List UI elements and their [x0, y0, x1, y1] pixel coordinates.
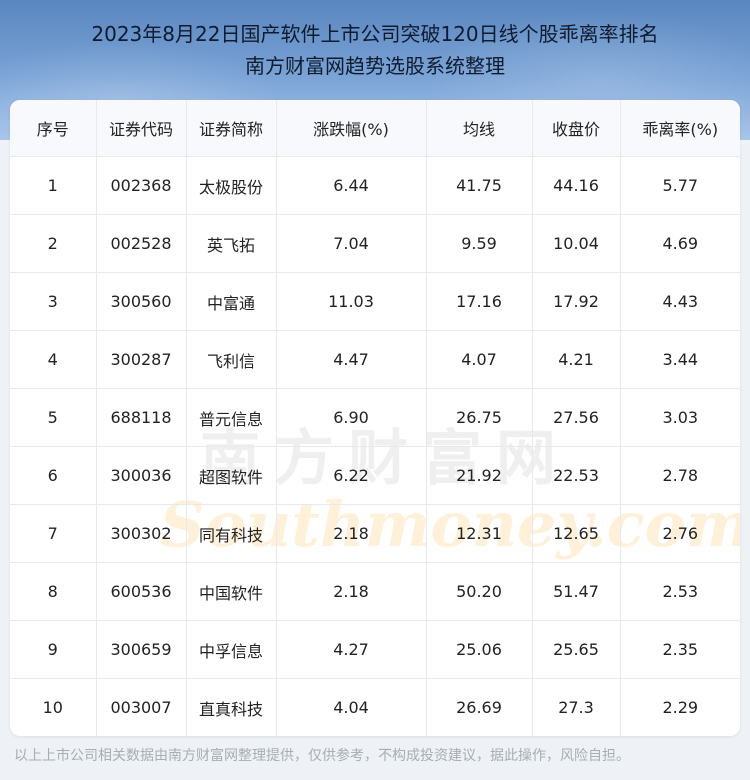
cell-ma: 26.69 [426, 678, 533, 736]
cell-name: 普元信息 [186, 388, 277, 447]
page-title: 2023年8月22日国产软件上市公司突破120日线个股乖离率排名 [91, 22, 659, 46]
cell-code: 300302 [96, 504, 187, 563]
stock-table: 序号 证券代码 证券简称 涨跌幅(%) 均线 收盘价 乖离率(%) 1 00236… [10, 100, 740, 736]
cell-change: 2.18 [276, 562, 427, 621]
cell-code: 600536 [96, 562, 187, 621]
cell-bias: 5.77 [620, 156, 740, 215]
cell-index: 3 [10, 272, 97, 331]
cell-code: 002368 [96, 156, 187, 215]
column-header-code: 证券代码 [96, 100, 187, 157]
table-row: 1 002368 太极股份 6.44 41.75 44.16 5.77 [10, 156, 740, 215]
cell-close: 17.92 [532, 272, 621, 331]
cell-change: 4.04 [276, 678, 427, 736]
cell-change: 6.22 [276, 446, 427, 505]
table-row: 4 300287 飞利信 4.47 4.07 4.21 3.44 [10, 330, 740, 389]
cell-code: 003007 [96, 678, 187, 736]
cell-ma: 12.31 [426, 504, 533, 563]
table-row: 3 300560 中富通 11.03 17.16 17.92 4.43 [10, 272, 740, 331]
cell-code: 688118 [96, 388, 187, 447]
table-row: 5 688118 普元信息 6.90 26.75 27.56 3.03 [10, 388, 740, 447]
column-header-close: 收盘价 [532, 100, 621, 157]
cell-bias: 2.53 [620, 562, 740, 621]
cell-bias: 2.78 [620, 446, 740, 505]
cell-name: 太极股份 [186, 156, 277, 215]
cell-index: 10 [10, 678, 97, 736]
cell-change: 4.47 [276, 330, 427, 389]
cell-index: 2 [10, 214, 97, 273]
column-header-change: 涨跌幅(%) [276, 100, 427, 157]
table-row: 2 002528 英飞拓 7.04 9.59 10.04 4.69 [10, 214, 740, 273]
cell-close: 27.3 [532, 678, 621, 736]
cell-ma: 17.16 [426, 272, 533, 331]
cell-name: 飞利信 [186, 330, 277, 389]
cell-index: 8 [10, 562, 97, 621]
column-header-name: 证券简称 [186, 100, 277, 157]
cell-close: 4.21 [532, 330, 621, 389]
cell-name: 超图软件 [186, 446, 277, 505]
cell-ma: 21.92 [426, 446, 533, 505]
cell-bias: 3.03 [620, 388, 740, 447]
cell-index: 5 [10, 388, 97, 447]
cell-close: 10.04 [532, 214, 621, 273]
table-header-row: 序号 证券代码 证券简称 涨跌幅(%) 均线 收盘价 乖离率(%) [10, 100, 740, 157]
cell-code: 300560 [96, 272, 187, 331]
cell-change: 6.44 [276, 156, 427, 215]
cell-close: 44.16 [532, 156, 621, 215]
cell-index: 4 [10, 330, 97, 389]
cell-code: 300036 [96, 446, 187, 505]
cell-bias: 4.69 [620, 214, 740, 273]
cell-change: 11.03 [276, 272, 427, 331]
cell-close: 27.56 [532, 388, 621, 447]
cell-close: 51.47 [532, 562, 621, 621]
cell-name: 英飞拓 [186, 214, 277, 273]
cell-code: 300659 [96, 620, 187, 679]
table-row: 9 300659 中孚信息 4.27 25.06 25.65 2.35 [10, 620, 740, 679]
cell-index: 7 [10, 504, 97, 563]
disclaimer-text: 以上上市公司相关数据由南方财富网整理提供，仅供参考，不构成投资建议，据此操作，风… [14, 748, 630, 764]
cell-bias: 2.29 [662, 698, 699, 717]
cell-name: 直真科技 [186, 678, 277, 736]
cell-code: 300287 [96, 330, 187, 389]
table-row: 8 600536 中国软件 2.18 50.20 51.47 2.53 [10, 562, 740, 621]
table-row: 7 300302 同有科技 2.18 12.31 12.65 2.76 [10, 504, 740, 563]
cell-close: 25.65 [532, 620, 621, 679]
cell-index: 1 [10, 156, 97, 215]
cell-ma: 9.59 [426, 214, 533, 273]
cell-ma: 26.75 [426, 388, 533, 447]
table-row: 6 300036 超图软件 6.22 21.92 22.53 2.78 [10, 446, 740, 505]
cell-close: 12.65 [532, 504, 621, 563]
cell-bias: 3.44 [620, 330, 740, 389]
cell-name: 中国软件 [186, 562, 277, 621]
column-header-bias: 乖离率(%) [620, 100, 740, 157]
cell-bias: 2.76 [620, 504, 740, 563]
cell-bias: 4.43 [620, 272, 740, 331]
cell-change: 2.18 [276, 504, 427, 563]
table-card: 南方财富网 Southmoney.com 序号 证券代码 证券简称 涨跌幅(%)… [10, 100, 740, 736]
column-header-index: 序号 [10, 100, 97, 157]
cell-name: 中富通 [186, 272, 277, 331]
cell-ma: 41.75 [426, 156, 533, 215]
cell-change: 7.04 [276, 214, 427, 273]
cell-bias: 2.35 [620, 620, 740, 679]
cell-index: 6 [10, 446, 97, 505]
cell-close: 22.53 [532, 446, 621, 505]
page-subtitle: 南方财富网趋势选股系统整理 [245, 54, 505, 78]
cell-ma: 50.20 [426, 562, 533, 621]
cell-change: 4.27 [276, 620, 427, 679]
table-row: 10 003007 直真科技 4.04 26.69 27.3 2.29 [10, 678, 740, 736]
cell-index: 9 [10, 620, 97, 679]
cell-name: 中孚信息 [186, 620, 277, 679]
cell-name: 同有科技 [186, 504, 277, 563]
cell-code: 002528 [96, 214, 187, 273]
cell-change: 6.90 [276, 388, 427, 447]
column-header-ma: 均线 [426, 100, 533, 157]
cell-ma: 4.07 [426, 330, 533, 389]
cell-ma: 25.06 [426, 620, 533, 679]
